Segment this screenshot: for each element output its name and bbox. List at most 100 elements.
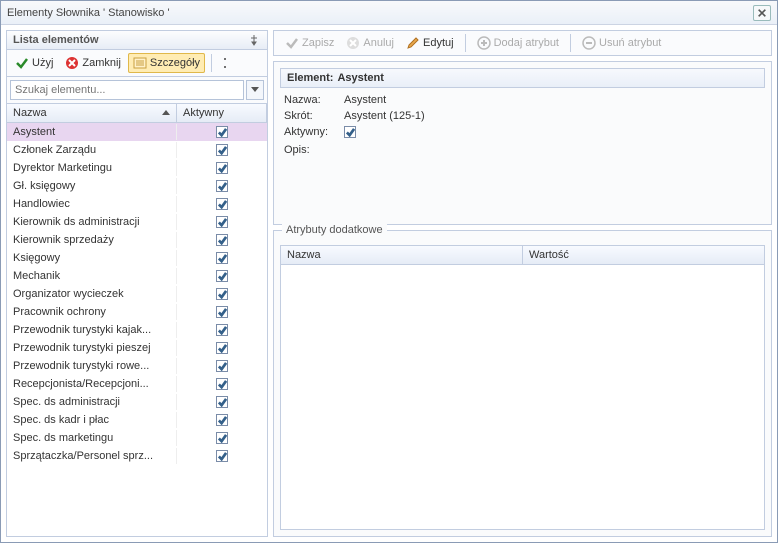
row-checkbox[interactable] [216,432,228,444]
del-attr-button[interactable]: Usuń atrybut [577,33,666,53]
cell-active [177,250,267,266]
form-title-value: Asystent [337,72,383,84]
cell-active [177,340,267,356]
add-attr-button[interactable]: Dodaj atrybut [472,33,564,53]
minus-circle-icon [582,36,596,50]
table-row[interactable]: Spec. ds administracji [7,393,267,411]
cell-name: Przewodnik turystyki kajak... [7,322,177,338]
row-checkbox[interactable] [216,360,228,372]
row-checkbox[interactable] [216,396,228,408]
table-row[interactable]: Pracownik ochrony [7,303,267,321]
row-checkbox[interactable] [216,198,228,210]
cell-name: Członek Zarządu [7,142,177,158]
row-checkbox[interactable] [216,234,228,246]
label-desc: Opis: [284,144,344,156]
row-checkbox[interactable] [216,288,228,300]
row-checkbox[interactable] [216,378,228,390]
table-row[interactable]: Księgowy [7,249,267,267]
row-checkbox[interactable] [216,126,228,138]
row-checkbox[interactable] [216,180,228,192]
cell-name: Gł. księgowy [7,178,177,194]
sort-asc-icon [162,107,170,119]
check-icon [15,56,29,70]
table-row[interactable]: Przewodnik turystyki pieszej [7,339,267,357]
use-label: Użyj [32,57,53,69]
cell-name: Spec. ds marketingu [7,430,177,446]
window-close-button[interactable] [753,5,771,21]
label-name: Nazwa: [284,94,344,106]
table-row[interactable]: Asystent [7,123,267,141]
right-panel: Zapisz Anuluj Edytuj Dodaj atrybut [273,30,772,537]
column-name-label: Nazwa [13,107,47,119]
cell-active [177,358,267,374]
cell-name: Handlowiec [7,196,177,212]
table-row[interactable]: Dyrektor Marketingu [7,159,267,177]
table-row[interactable]: Handlowiec [7,195,267,213]
row-checkbox[interactable] [216,162,228,174]
attr-table-body[interactable] [280,265,765,531]
save-button[interactable]: Zapisz [280,33,339,53]
check-icon [285,36,299,50]
row-checkbox[interactable] [216,252,228,264]
row-checkbox[interactable] [216,216,228,228]
search-dropdown-button[interactable] [246,80,264,100]
table-row[interactable]: Kierownik sprzedaży [7,231,267,249]
cell-active [177,124,267,140]
cell-name: Kierownik sprzedaży [7,232,177,248]
right-toolbar: Zapisz Anuluj Edytuj Dodaj atrybut [273,30,772,56]
attr-col-value[interactable]: Wartość [523,246,764,264]
cancel-button[interactable]: Anuluj [341,33,399,53]
cell-active [177,304,267,320]
left-panel: Lista elementów Użyj Zamknij Szczegóły [6,30,268,537]
table-row[interactable]: Spec. ds marketingu [7,429,267,447]
cell-active [177,196,267,212]
cell-active [177,268,267,284]
cell-active [177,160,267,176]
use-button[interactable]: Użyj [10,53,58,73]
table-row[interactable]: Sprzątaczka/Personel sprz... [7,447,267,465]
overflow-icon[interactable] [218,56,232,70]
row-checkbox[interactable] [216,270,228,282]
table-row[interactable]: Mechanik [7,267,267,285]
attr-group-label: Atrybuty dodatkowe [282,224,387,236]
table-row[interactable]: Przewodnik turystyki rowe... [7,357,267,375]
row-checkbox[interactable] [216,144,228,156]
column-header-active[interactable]: Aktywny [177,104,267,122]
cell-name: Spec. ds administracji [7,394,177,410]
active-checkbox[interactable] [344,126,356,138]
table-row[interactable]: Gł. księgowy [7,177,267,195]
add-attr-label: Dodaj atrybut [494,37,559,49]
row-checkbox[interactable] [216,414,228,426]
form-row-short: Skrót: Asystent (125-1) [284,108,761,124]
attributes-group: Atrybuty dodatkowe Nazwa Wartość [273,230,772,538]
table-row[interactable]: Przewodnik turystyki kajak... [7,321,267,339]
value-name: Asystent [344,94,761,106]
details-button[interactable]: Szczegóły [128,53,205,73]
value-desc [344,144,761,156]
cell-active [177,412,267,428]
form-row-desc: Opis: [284,142,761,158]
search-row [6,77,268,104]
row-checkbox[interactable] [216,342,228,354]
row-checkbox[interactable] [216,306,228,318]
close-button[interactable]: Zamknij [60,53,126,73]
row-checkbox[interactable] [216,324,228,336]
row-checkbox[interactable] [216,450,228,462]
edit-button[interactable]: Edytuj [401,33,459,53]
search-input[interactable] [10,80,244,100]
window-title: Elementy Słownika ' Stanowisko ' [7,7,753,19]
titlebar[interactable]: Elementy Słownika ' Stanowisko ' [1,1,777,25]
grid-body[interactable]: AsystentCzłonek ZarząduDyrektor Marketin… [6,123,268,537]
x-circle-icon [346,36,360,50]
x-circle-icon [65,56,79,70]
table-row[interactable]: Kierownik ds administracji [7,213,267,231]
edit-label: Edytuj [423,37,454,49]
table-row[interactable]: Organizator wycieczek [7,285,267,303]
column-header-name[interactable]: Nazwa [7,104,177,122]
pin-icon[interactable] [247,33,261,47]
attr-col-name[interactable]: Nazwa [281,246,523,264]
table-row[interactable]: Członek Zarządu [7,141,267,159]
table-row[interactable]: Recepcjonista/Recepcjoni... [7,375,267,393]
cancel-label: Anuluj [363,37,394,49]
table-row[interactable]: Spec. ds kadr i płac [7,411,267,429]
